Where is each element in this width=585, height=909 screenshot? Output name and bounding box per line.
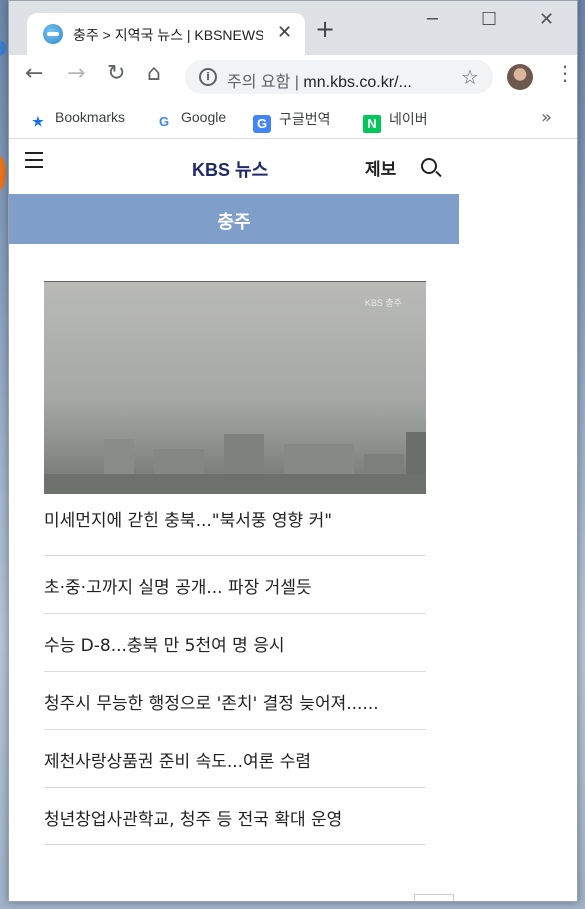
bookmark-google[interactable]: G Google <box>155 109 226 131</box>
maximize-button[interactable]: ☐ <box>481 9 497 30</box>
bookmark-label: Bookmarks <box>55 109 126 125</box>
back-icon[interactable]: ← <box>25 63 43 85</box>
translate-icon: G <box>253 115 271 133</box>
browser-window: 충주 > 지역국 뉴스 | KBSNEWS ✕ + ─ ☐ ✕ ← → ↻ ⌂ … <box>8 0 578 902</box>
hamburger-menu-icon[interactable] <box>25 152 43 168</box>
url-text: mn.kbs.co.kr/... <box>303 74 412 91</box>
headline-main[interactable]: 미세먼지에 갇힌 충북..."북서풍 영향 커" <box>44 506 426 531</box>
bookmark-translate[interactable]: G 구글번역 <box>253 109 331 133</box>
list-item[interactable]: 청년창업사관학교, 청주 등 전국 확대 운영 <box>44 787 426 845</box>
bookmark-bookmarks[interactable]: ★ Bookmarks <box>29 109 125 131</box>
tab-title: 충주 > 지역국 뉴스 | KBSNEWS <box>73 27 263 43</box>
list-item[interactable]: 수능 D-8...충북 만 5천여 명 응시 <box>44 613 426 671</box>
forward-icon[interactable]: → <box>67 63 85 85</box>
news-list: 초·중·고까지 실명 공개... 파장 거셀듯 수능 D-8...충북 만 5천… <box>44 555 426 845</box>
desktop-icon <box>0 40 6 56</box>
bookmarks-overflow-icon[interactable]: » <box>541 107 552 128</box>
address-separator: | <box>294 74 299 91</box>
google-icon: G <box>158 114 170 129</box>
address-text[interactable]: 주의 요함 | mn.kbs.co.kr/... <box>227 68 457 92</box>
close-window-button[interactable]: ✕ <box>539 9 554 30</box>
tab-close-icon[interactable]: ✕ <box>277 22 292 43</box>
bookmark-naver[interactable]: N 네이버 <box>363 109 428 133</box>
page-viewport: KBS 뉴스 제보 충주 KBS 충주 미세먼지에 갇힌 충북..."북서풍 영… <box>9 140 577 901</box>
info-icon[interactable]: i <box>199 68 217 86</box>
address-bar[interactable]: i 주의 요함 | mn.kbs.co.kr/... ☆ <box>185 60 493 94</box>
browser-toolbar: ← → ↻ ⌂ i 주의 요함 | mn.kbs.co.kr/... ☆ ⋮ <box>9 55 577 99</box>
minimize-button[interactable]: ─ <box>427 9 438 30</box>
security-warning: 주의 요함 <box>227 74 291 91</box>
reload-icon[interactable]: ↻ <box>107 63 125 85</box>
kbs-favicon-icon <box>43 24 63 44</box>
profile-avatar[interactable] <box>507 64 533 90</box>
photo-watermark: KBS 충주 <box>364 298 402 308</box>
desktop-icon <box>0 155 6 191</box>
bookmark-star-icon[interactable]: ☆ <box>461 65 479 89</box>
report-button[interactable]: 제보 <box>365 155 396 180</box>
search-icon[interactable] <box>421 158 437 174</box>
home-icon[interactable]: ⌂ <box>147 63 161 85</box>
tab-strip: 충주 > 지역국 뉴스 | KBSNEWS ✕ + ─ ☐ ✕ <box>9 1 577 55</box>
bookmark-label: 구글번역 <box>279 111 331 127</box>
naver-icon: N <box>363 115 381 133</box>
more-menu-icon[interactable]: ⋮ <box>555 63 575 83</box>
bookmark-label: Google <box>181 109 227 125</box>
new-tab-button[interactable]: + <box>315 17 335 41</box>
list-item[interactable]: 청주시 무능한 행정으로 '존치' 결정 늦어져...... <box>44 671 426 729</box>
active-tab[interactable]: 충주 > 지역국 뉴스 | KBSNEWS ✕ <box>27 13 305 55</box>
scroll-top-button[interactable] <box>414 894 454 901</box>
headline-photo[interactable]: KBS 충주 <box>44 281 426 494</box>
kbs-news-logo[interactable]: KBS 뉴스 <box>192 156 268 182</box>
list-item[interactable]: 초·중·고까지 실명 공개... 파장 거셀듯 <box>44 555 426 613</box>
site-header: KBS 뉴스 제보 <box>9 140 459 194</box>
bookmark-label: 네이버 <box>389 111 428 127</box>
list-item[interactable]: 제천사랑상품권 준비 속도...여론 수렴 <box>44 729 426 787</box>
region-bar: 충주 <box>9 194 459 244</box>
bookmarks-bar: ★ Bookmarks G Google G 구글번역 N 네이버 » <box>9 99 577 139</box>
region-title: 충주 <box>217 212 251 233</box>
star-icon: ★ <box>32 114 44 129</box>
